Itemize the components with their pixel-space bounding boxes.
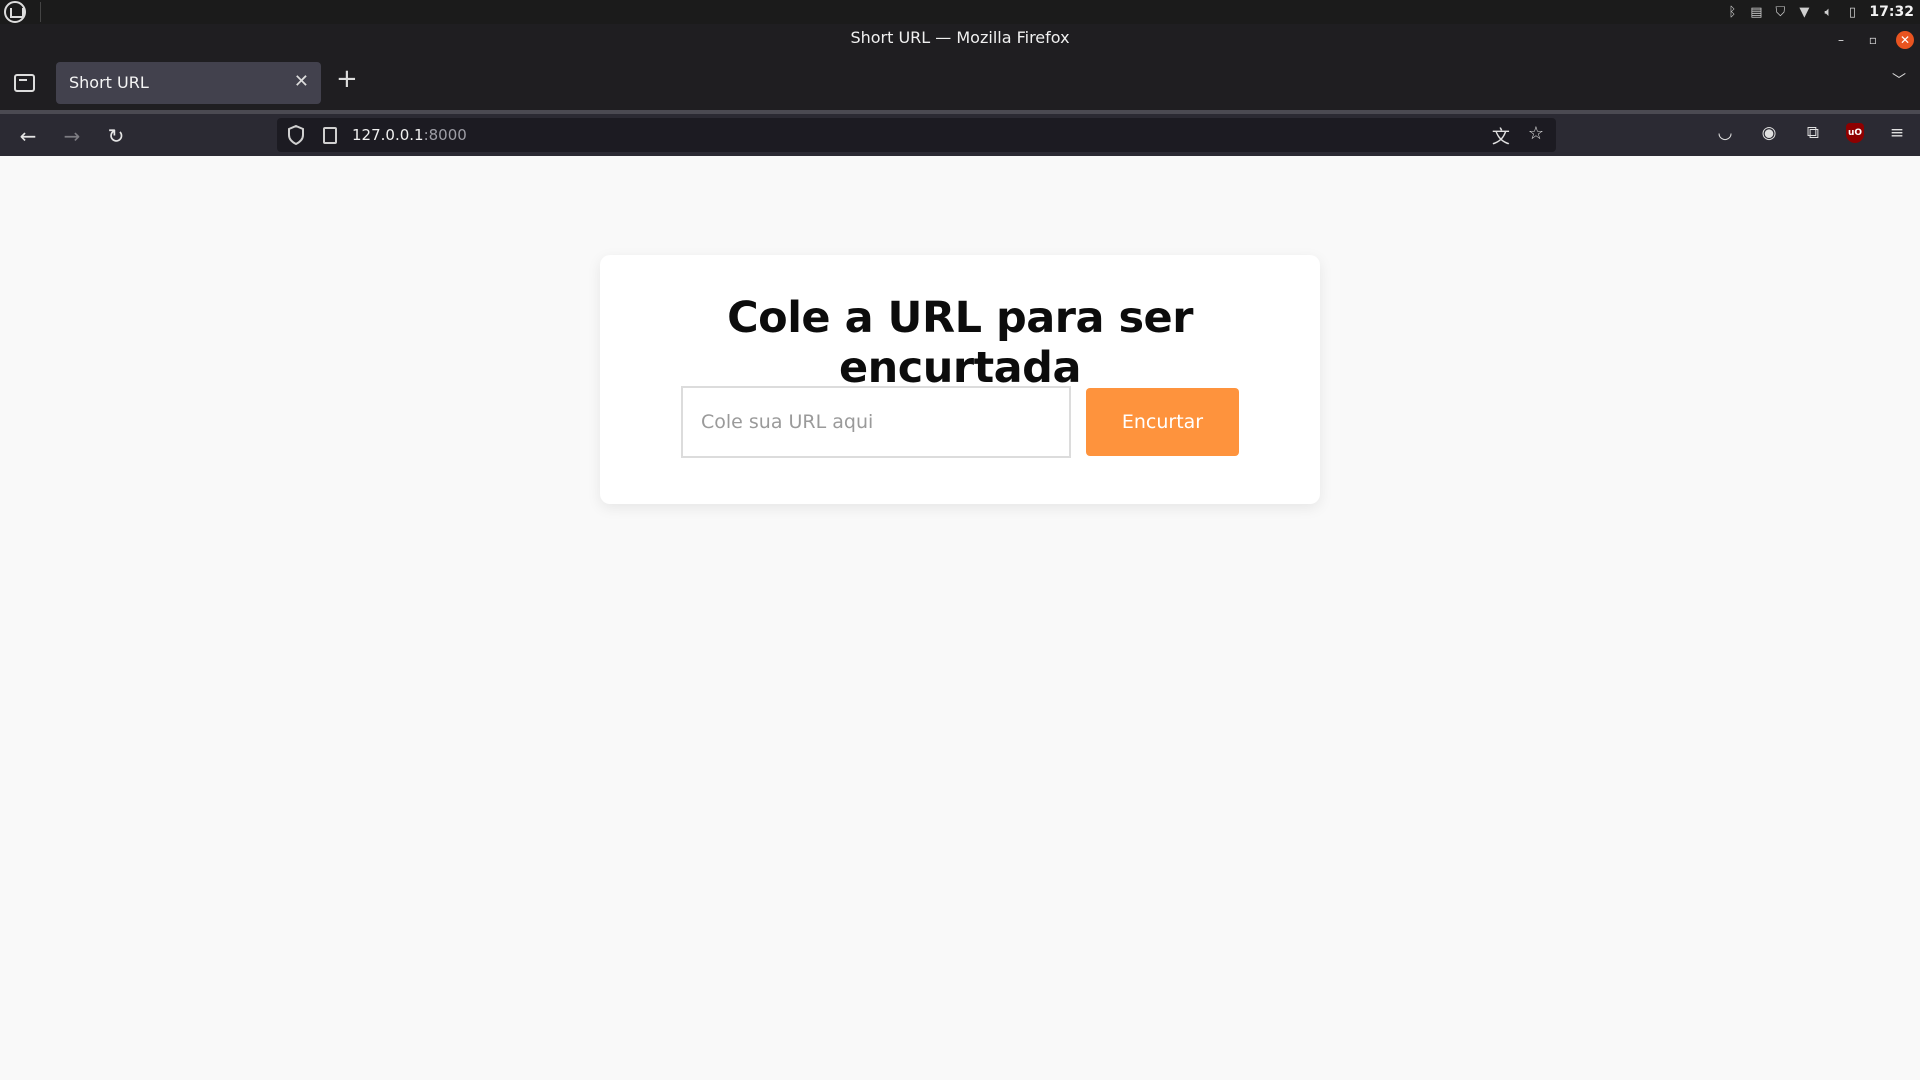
- address-bar[interactable]: 127.0.0.1:8000 文 ☆: [277, 118, 1556, 152]
- close-window-icon[interactable]: ✕: [1896, 31, 1914, 49]
- tab-short-url[interactable]: Short URL ✕: [56, 62, 321, 104]
- volume-icon[interactable]: 🔈︎: [1821, 5, 1835, 19]
- linux-mint-menu-icon[interactable]: [4, 1, 26, 23]
- new-tab-icon[interactable]: +: [336, 66, 358, 92]
- page-info-icon[interactable]: [323, 127, 337, 144]
- minimize-icon[interactable]: –: [1832, 31, 1850, 49]
- panel-separator: [40, 2, 41, 22]
- ublock-origin-icon[interactable]: uO: [1846, 123, 1864, 143]
- bluetooth-icon[interactable]: ᛒ: [1725, 5, 1739, 19]
- wifi-icon[interactable]: ▼: [1797, 5, 1811, 19]
- os-top-panel: ᛒ ▤ ⛉ ▼ 🔈︎ ▯ 17:32: [0, 0, 1920, 24]
- tab-close-icon[interactable]: ✕: [294, 71, 309, 92]
- url-port: :8000: [423, 126, 467, 144]
- shield-icon[interactable]: ⛉: [1773, 5, 1787, 19]
- tab-title: Short URL: [69, 73, 149, 92]
- hamburger-menu-icon[interactable]: ≡: [1886, 122, 1908, 144]
- url-text[interactable]: 127.0.0.1:8000: [352, 126, 467, 144]
- shortener-card: Cole a URL para ser encurtada Encurtar: [600, 255, 1320, 504]
- window-controls: – ▫ ✕: [1832, 31, 1914, 49]
- window-title: Short URL — Mozilla Firefox: [850, 28, 1070, 47]
- account-icon[interactable]: ◉: [1758, 122, 1780, 144]
- tracking-protection-shield-icon[interactable]: [287, 125, 305, 145]
- urlbar-actions: 文 ☆: [1492, 123, 1544, 149]
- extensions-icon[interactable]: ⧉: [1802, 122, 1824, 144]
- url-input[interactable]: [681, 386, 1071, 458]
- list-all-tabs-icon[interactable]: ﹀: [1892, 70, 1906, 90]
- web-page: Cole a URL para ser encurtada Encurtar: [0, 156, 1920, 1080]
- url-host: 127.0.0.1: [352, 126, 424, 144]
- maximize-icon[interactable]: ▫: [1864, 31, 1882, 49]
- page-heading: Cole a URL para ser encurtada: [727, 293, 1193, 393]
- shorten-button[interactable]: Encurtar: [1086, 388, 1239, 456]
- battery-icon[interactable]: ▯: [1845, 5, 1859, 19]
- pocket-icon[interactable]: ◡: [1714, 122, 1736, 144]
- toolbar-right-icons: ◡ ◉ ⧉ uO ≡: [1714, 122, 1908, 144]
- clock[interactable]: 17:32: [1869, 4, 1914, 20]
- clipboard-icon[interactable]: ▤: [1749, 5, 1763, 19]
- translate-icon[interactable]: 文: [1492, 123, 1510, 149]
- firefox-view-icon[interactable]: [10, 68, 36, 94]
- back-arrow-icon[interactable]: ←: [14, 122, 42, 150]
- forward-arrow-icon[interactable]: →: [58, 122, 86, 150]
- bookmark-star-icon[interactable]: ☆: [1528, 123, 1544, 149]
- reload-icon[interactable]: ↻: [102, 122, 130, 150]
- navigation-toolbar: ← → ↻ 127.0.0.1:8000 文 ☆ ◡ ◉ ⧉ uO ≡: [0, 110, 1920, 156]
- browser-titlebar: Short URL — Mozilla Firefox – ▫ ✕ Short …: [0, 24, 1920, 110]
- system-tray: ᛒ ▤ ⛉ ▼ 🔈︎ ▯ 17:32: [1725, 0, 1914, 24]
